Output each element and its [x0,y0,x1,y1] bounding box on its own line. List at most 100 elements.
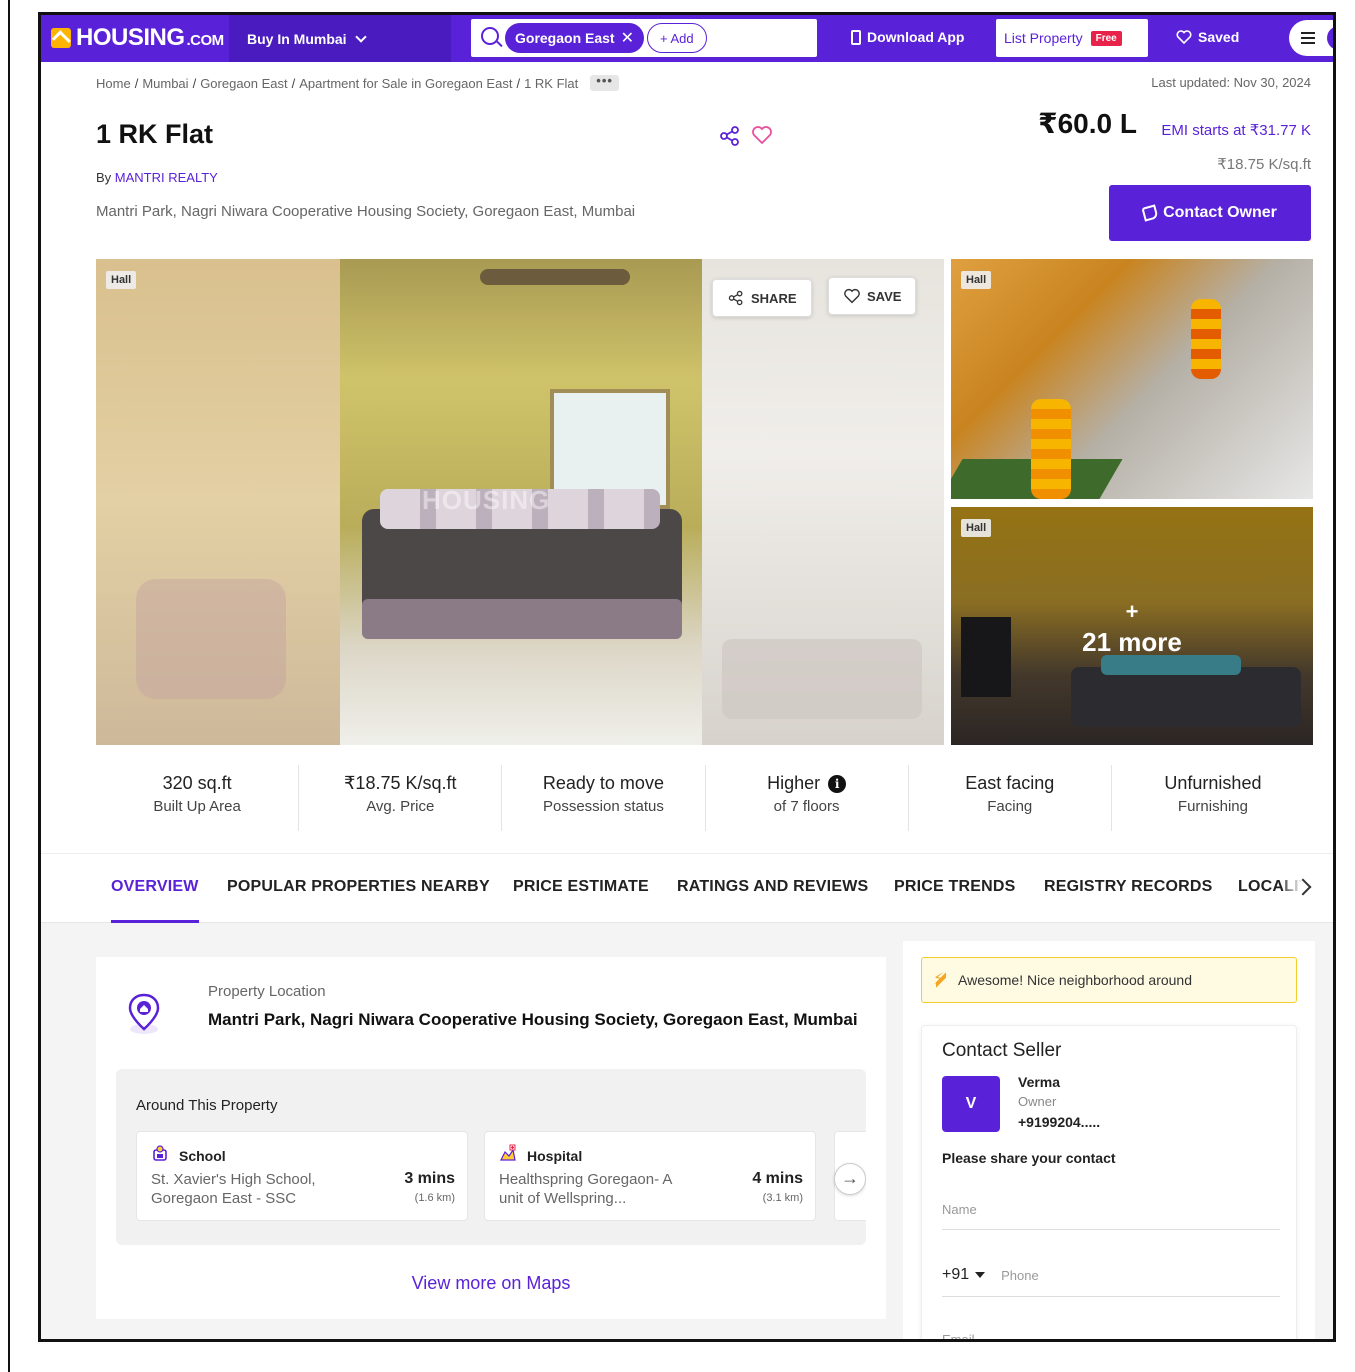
user-menu-button[interactable] [1289,20,1333,56]
breadcrumb-more-button[interactable]: ••• [590,74,619,91]
more-photos-thumbnail[interactable]: Hall + 21 more [951,507,1313,745]
main-photo[interactable]: HOUSING Hall SHARE SAVE [96,259,944,745]
posted-by-prefix: By [96,170,112,185]
country-code-select[interactable]: +91 [942,1266,969,1284]
school-icon [153,1145,167,1161]
emi-link[interactable]: EMI starts at ₹31.77 K [1161,121,1311,139]
breadcrumb: Home / Mumbai / Goregaon East / Apartment f… [96,74,619,91]
contact-owner-label: Contact Owner [1163,204,1277,221]
stat-value: East facing [965,773,1055,793]
logo-suffix: .COM [186,32,225,49]
photo-tag: Hall [961,519,992,537]
place-name: St. Xavier's High School, Goregaon East … [151,1171,316,1207]
around-property-panel: Around This Property School St. Xavier's… [116,1069,866,1245]
logo-house-icon [51,28,71,48]
stat-label: Possession status [542,798,664,815]
tabs-scroll-right-button[interactable] [1283,854,1333,922]
favorite-heart-icon[interactable] [751,125,773,145]
download-app-link[interactable]: Download App [851,29,964,45]
list-property-label: List Property [1004,30,1083,46]
flower-decoration [1031,399,1071,499]
name-field[interactable]: Name [942,1202,1280,1230]
location-card: Property Location Mantri Park, Nagri Niw… [96,957,886,1319]
lightning-icon [933,969,946,989]
breadcrumb-city[interactable]: Mumbai [142,76,188,91]
phone-placeholder: Phone [1001,1267,1039,1283]
stat-label: Furnishing [1177,798,1248,815]
tab-registry-records[interactable]: REGISTRY RECORDS [1044,878,1213,896]
photo-blur-right [702,259,944,745]
phone-field[interactable]: +91 Phone [942,1266,1280,1297]
plus-icon: + [1125,599,1139,624]
photo-tag: Hall [106,271,137,289]
agent-link[interactable]: MANTRI REALTY [115,170,218,185]
page-edge-line [8,0,10,1372]
search-box[interactable]: Goregaon East ✕ + Add [471,19,817,57]
stat-facing: East facing Facing [909,765,1112,831]
tab-popular-properties[interactable]: POPULAR PROPERTIES NEARBY [227,878,490,896]
price: ₹60.0 L [1038,108,1137,139]
stat-label: Built Up Area [153,798,241,815]
contact-seller-title: Contact Seller [942,1040,1062,1061]
location-pin-icon [128,993,160,1034]
price-per-sqft: ₹18.75 K/sq.ft [1217,156,1311,173]
photo-tag: Hall [961,271,992,289]
share-label: SHARE [751,290,797,306]
hamburger-menu-icon [1301,32,1315,44]
thumbnail-photo[interactable]: Hall [951,259,1313,499]
more-photos-count: + 21 more [951,599,1313,658]
page-title: 1 RK Flat [96,119,214,149]
heart-icon [844,288,860,304]
save-photo-button[interactable]: SAVE [828,277,917,315]
avatar: V [942,1076,1000,1132]
tab-price-trends[interactable]: PRICE TRENDS [894,878,1016,896]
free-badge: Free [1090,30,1122,46]
stat-value-row: Higher i [706,773,908,794]
place-name: Healthspring Goregaon- A unit of Wellspr… [499,1171,672,1207]
locality-chip[interactable]: Goregaon East ✕ [505,23,644,53]
stat-label: Avg. Price [366,798,435,815]
stat-area: 320 sq.ft Built Up Area [96,765,300,831]
seller-phone: +9199204..... [1018,1114,1101,1130]
distance: (3.1 km) [762,1192,803,1204]
breadcrumb-category[interactable]: Apartment for Sale in Goregaon East [299,76,512,91]
city-dropdown-button[interactable]: Buy In Mumbai [229,15,451,62]
locality-chip-label: Goregaon East [515,30,615,46]
close-icon[interactable]: ✕ [621,28,634,48]
share-icon[interactable] [719,125,741,147]
property-location-address: Mantri Park, Nagri Niwara Cooperative Ho… [208,1010,858,1029]
property-location-label: Property Location [208,983,326,1000]
top-nav: HOUSING .COM Buy In Mumbai Goregaon East… [41,15,1333,62]
contact-owner-button[interactable]: Contact Owner [1109,185,1311,241]
chevron-down-icon [354,30,367,43]
stat-floor: Higher i of 7 floors [706,765,909,831]
caret-down-icon[interactable] [975,1272,986,1278]
breadcrumb-home[interactable]: Home [96,76,131,91]
phone-icon [1141,204,1159,222]
nearby-place-card[interactable]: Hospital Healthspring Goregaon- A unit o… [484,1131,816,1221]
hospital-icon [500,1144,516,1161]
arrow-right-icon[interactable]: → [834,1163,866,1195]
breadcrumb-current: 1 RK Flat [524,75,579,91]
add-locality-button[interactable]: + Add [647,23,707,53]
travel-time: 3 mins [404,1170,455,1187]
housing-logo[interactable]: HOUSING .COM [51,24,225,51]
city-dropdown-label: Buy In Mumbai [247,30,347,47]
saved-link[interactable]: Saved [1176,29,1239,45]
seller-role: Owner [1018,1094,1057,1109]
place-type: Hospital [527,1148,583,1164]
tab-ratings-reviews[interactable]: RATINGS AND REVIEWS [677,878,868,896]
tab-price-estimate[interactable]: PRICE ESTIMATE [513,878,649,896]
info-icon[interactable]: i [828,774,847,793]
share-photo-button[interactable]: SHARE [712,279,812,317]
email-field[interactable]: Email [942,1332,1280,1339]
nearby-place-card[interactable]: School St. Xavier's High School, Goregao… [136,1131,468,1221]
breadcrumb-locality[interactable]: Goregaon East [200,76,287,91]
saved-label: Saved [1198,29,1240,45]
distance: (1.6 km) [414,1192,455,1204]
view-maps-link[interactable]: View more on Maps [96,1273,886,1294]
download-app-label: Download App [867,29,965,45]
tab-overview[interactable]: OVERVIEW [111,878,199,896]
list-property-button[interactable]: List Property Free [996,19,1148,57]
stat-furnishing: Unfurnished Furnishing [1112,765,1314,831]
